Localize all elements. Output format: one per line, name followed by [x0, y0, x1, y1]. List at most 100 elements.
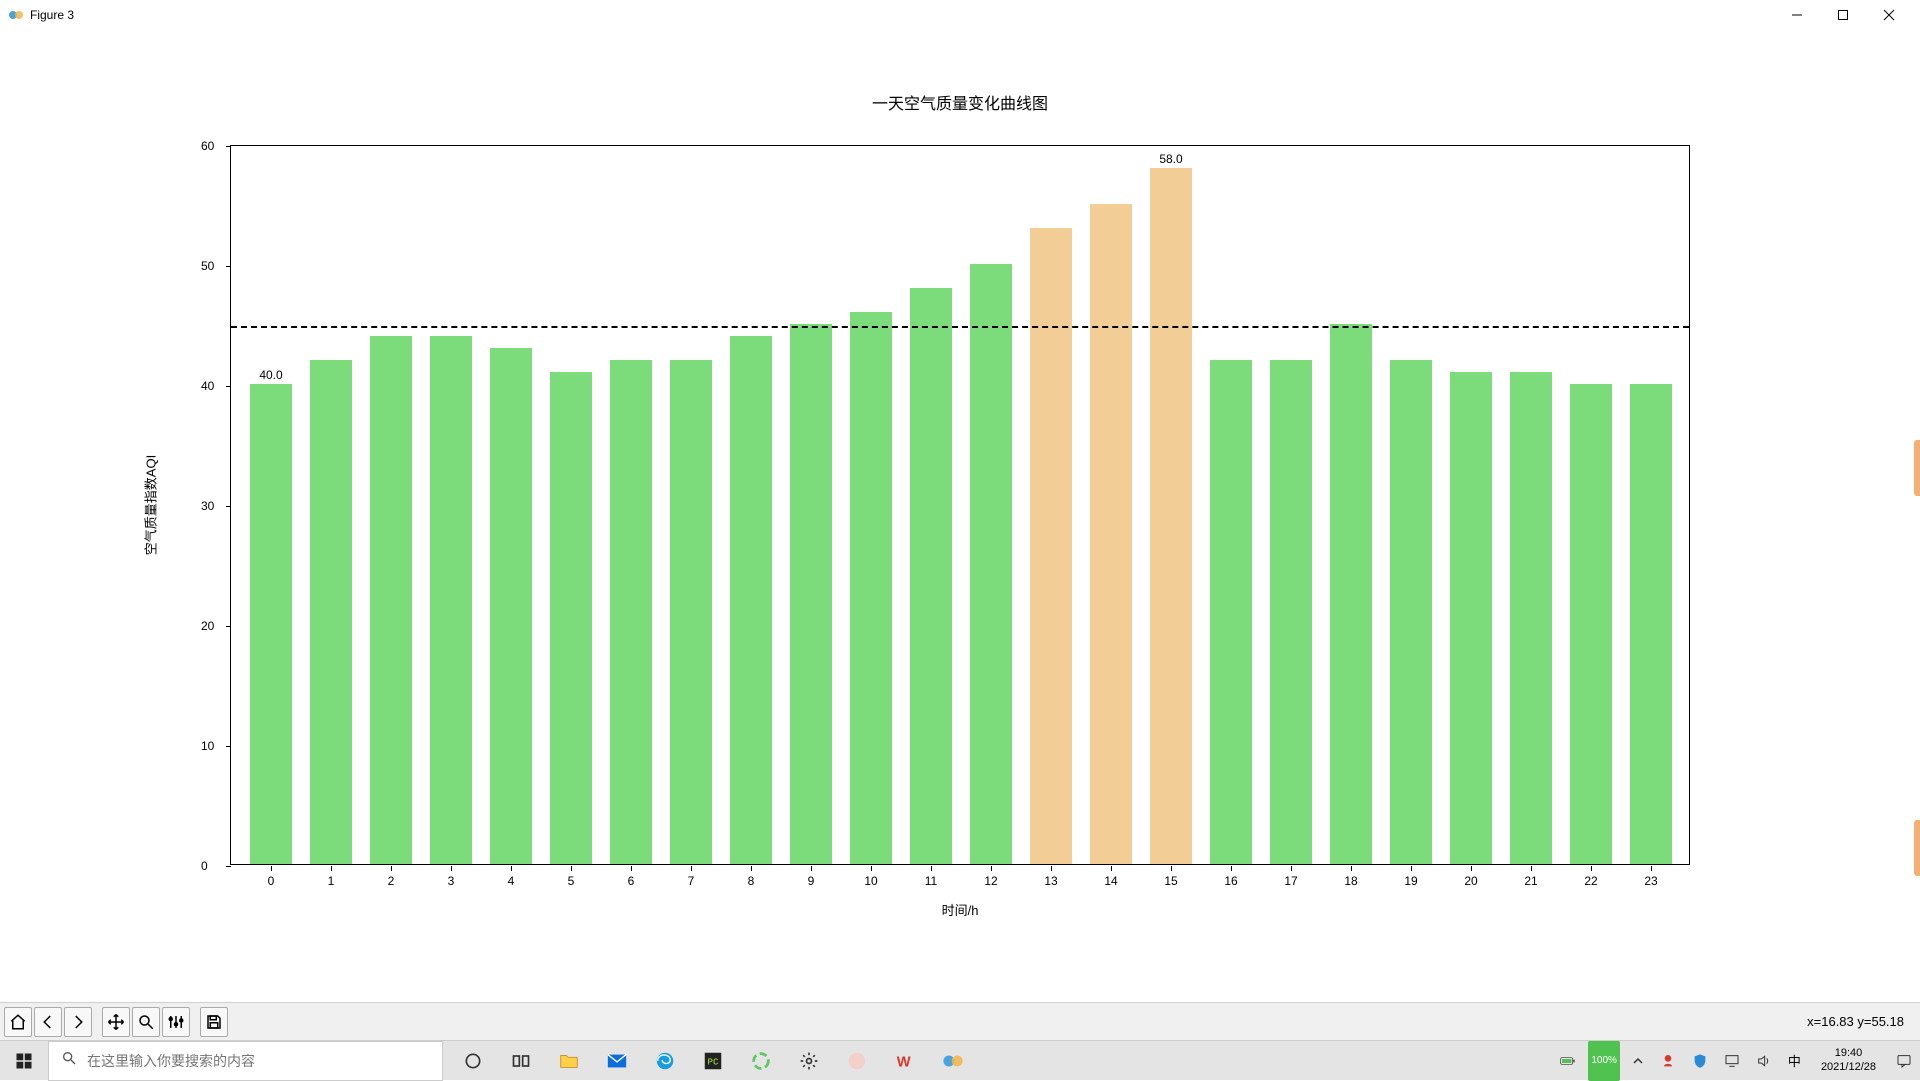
x-tick-label: 10 [864, 874, 877, 888]
bar [430, 336, 472, 864]
chart-title: 一天空气质量变化曲线图 [872, 90, 1048, 114]
bar [970, 264, 1012, 864]
y-tick-label: 10 [201, 739, 217, 753]
bar [670, 360, 712, 864]
y-tick-label: 30 [201, 499, 217, 513]
mean-hline [231, 326, 1689, 328]
x-tick-label: 12 [984, 874, 997, 888]
security-icon[interactable] [1688, 1041, 1712, 1081]
home-button[interactable] [4, 1007, 32, 1037]
edge-icon[interactable] [641, 1041, 689, 1081]
x-tick-label: 20 [1464, 874, 1477, 888]
bar [1030, 228, 1072, 864]
bar [730, 336, 772, 864]
maximize-button[interactable] [1820, 0, 1866, 30]
x-tick-mark [1231, 866, 1232, 871]
x-tick-mark [1171, 866, 1172, 871]
x-tick-mark [1651, 866, 1652, 871]
x-tick-mark [751, 866, 752, 871]
x-tick-mark [1351, 866, 1352, 871]
x-tick-mark [331, 866, 332, 871]
x-tick-label: 15 [1164, 874, 1177, 888]
x-tick-mark [631, 866, 632, 871]
bar [1390, 360, 1432, 864]
taskbar-search[interactable] [48, 1041, 443, 1081]
x-tick-label: 2 [388, 874, 395, 888]
forward-button[interactable] [64, 1007, 92, 1037]
chart-container: 一天空气质量变化曲线图 空气质量指数AQI 010203040506001234… [180, 110, 1740, 900]
x-tick-mark [871, 866, 872, 871]
display-icon[interactable] [1720, 1041, 1744, 1081]
cortana-icon[interactable] [449, 1041, 497, 1081]
y-tick-label: 0 [201, 859, 217, 873]
matplotlib-window-icon[interactable] [929, 1041, 977, 1081]
bar [850, 312, 892, 864]
bar [1630, 384, 1672, 864]
bar [1450, 372, 1492, 864]
x-tick-mark [511, 866, 512, 871]
taskbar: PC W 100% 中 19:40 2021/12/28 [0, 1040, 1920, 1080]
svg-text:PC: PC [708, 1056, 719, 1067]
x-tick-label: 5 [568, 874, 575, 888]
taskview-icon[interactable] [497, 1041, 545, 1081]
power-icon[interactable] [1556, 1041, 1580, 1081]
tray-chevron-icon[interactable] [1628, 1041, 1648, 1081]
x-tick-label: 0 [268, 874, 275, 888]
wps-icon[interactable]: W [881, 1041, 929, 1081]
search-icon [61, 1050, 77, 1071]
x-tick-mark [271, 866, 272, 871]
taskbar-apps: PC W [449, 1041, 977, 1081]
x-tick-mark [691, 866, 692, 871]
bar [1570, 384, 1612, 864]
y-axis-label: 空气质量指数AQI [141, 455, 160, 555]
file-explorer-icon[interactable] [545, 1041, 593, 1081]
y-tick-mark [226, 866, 231, 867]
figure-canvas[interactable]: 一天空气质量变化曲线图 空气质量指数AQI 010203040506001234… [0, 30, 1920, 1002]
action-center-icon[interactable] [1892, 1041, 1916, 1081]
y-tick-label: 60 [201, 139, 217, 153]
x-tick-mark [1291, 866, 1292, 871]
close-button[interactable] [1866, 0, 1912, 30]
window-controls [1774, 0, 1912, 30]
bar [1330, 324, 1372, 864]
bar [370, 336, 412, 864]
titlebar: Figure 3 [0, 0, 1920, 30]
x-tick-label: 6 [628, 874, 635, 888]
taskbar-clock[interactable]: 19:40 2021/12/28 [1813, 1047, 1884, 1073]
x-tick-label: 23 [1644, 874, 1657, 888]
x-tick-label: 1 [328, 874, 335, 888]
bar [1210, 360, 1252, 864]
bar [490, 348, 532, 864]
x-tick-label: 9 [808, 874, 815, 888]
x-tick-mark [451, 866, 452, 871]
loading-app-icon[interactable] [737, 1041, 785, 1081]
ime-indicator[interactable]: 中 [1784, 1041, 1805, 1081]
plot-area: 0102030405060012345678910111213141516171… [230, 145, 1690, 865]
window-edge-accent [1914, 820, 1920, 876]
window-edge-accent [1914, 440, 1920, 496]
tray-app-icon[interactable] [1656, 1041, 1680, 1081]
start-button[interactable] [0, 1041, 48, 1081]
volume-icon[interactable] [1752, 1041, 1776, 1081]
x-tick-label: 13 [1044, 874, 1057, 888]
minimize-button[interactable] [1774, 0, 1820, 30]
pycharm-icon[interactable]: PC [689, 1041, 737, 1081]
app-icon-generic[interactable] [833, 1041, 881, 1081]
bar [790, 324, 832, 864]
x-tick-mark [1591, 866, 1592, 871]
settings-gear-icon[interactable] [785, 1041, 833, 1081]
clock-date: 2021/12/28 [1821, 1061, 1876, 1074]
search-input[interactable] [87, 1053, 430, 1069]
zoom-button[interactable] [132, 1007, 160, 1037]
x-tick-label: 18 [1344, 874, 1357, 888]
x-tick-mark [931, 866, 932, 871]
x-tick-mark [811, 866, 812, 871]
pan-button[interactable] [102, 1007, 130, 1037]
save-button[interactable] [200, 1007, 228, 1037]
clock-time: 19:40 [1821, 1047, 1876, 1060]
back-button[interactable] [34, 1007, 62, 1037]
mail-icon[interactable] [593, 1041, 641, 1081]
configure-subplots-button[interactable] [162, 1007, 190, 1037]
bar [250, 384, 292, 864]
y-tick-label: 20 [201, 619, 217, 633]
